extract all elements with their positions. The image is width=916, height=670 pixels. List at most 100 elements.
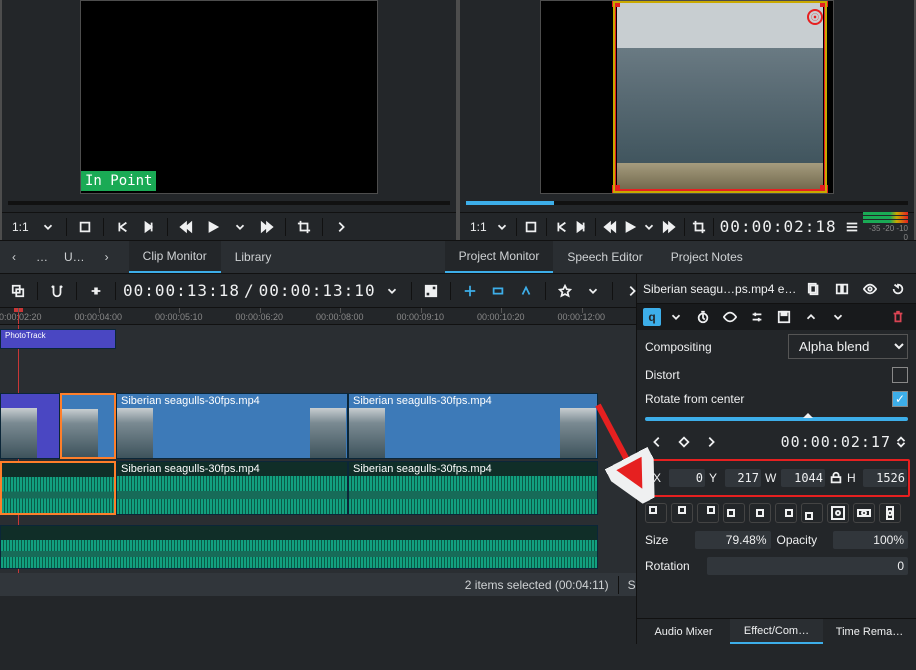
snap-icon[interactable] [45,280,69,302]
fitw-icon[interactable] [853,503,875,523]
tab-prev[interactable]: ‹ [0,241,28,273]
align-mc-icon[interactable] [749,503,771,523]
set-in-icon[interactable] [73,216,97,238]
align-tl-icon[interactable] [645,503,667,523]
delete-icon[interactable] [886,306,910,328]
crop-icon[interactable] [292,216,316,238]
rotation-input[interactable]: 0 [707,557,908,575]
kf-next-icon[interactable] [699,431,723,453]
tab-speech-editor[interactable]: Speech Editor [553,241,656,273]
clip-audio-long[interactable] [0,525,598,569]
goto-start-icon[interactable] [553,216,570,238]
down-icon[interactable] [826,306,850,328]
tab-effect-compositing[interactable]: Effect/Com… [730,619,823,644]
align-tc-icon[interactable] [671,503,693,523]
zoom-dropdown-icon[interactable] [494,216,511,238]
tab-unknown-1[interactable]: … [28,241,56,273]
more-right-icon[interactable] [329,216,353,238]
x-input[interactable]: 0 [669,469,705,487]
play-drop-icon[interactable] [228,216,252,238]
split-icon[interactable] [830,278,854,300]
clip-audio-b[interactable]: Siberian seagulls-30fps.mp4 [116,461,348,515]
align-tr-icon[interactable] [697,503,719,523]
crop-icon[interactable] [690,216,707,238]
tab-time-remap[interactable]: Time Rema… [823,619,916,644]
clip-phototrack[interactable]: PhotoTrack [0,329,116,349]
timer-icon[interactable] [691,306,715,328]
kf-prev-icon[interactable] [645,431,669,453]
size-label: Size [645,533,689,547]
rewind-icon[interactable] [602,216,619,238]
favorite-icon[interactable] [553,280,577,302]
set-in-icon[interactable] [523,216,540,238]
tab-clip-monitor[interactable]: Clip Monitor [129,241,221,273]
collapse-icon[interactable] [664,306,688,328]
ffwd-icon[interactable] [255,216,279,238]
align-ml-icon[interactable] [723,503,745,523]
y-input[interactable]: 217 [725,469,761,487]
zoom-dropdown-icon[interactable] [36,216,60,238]
h-input[interactable]: 1526 [863,469,907,487]
kf-tc[interactable]: 00:00:02:17 [781,433,891,451]
audio-levels: -35 -20 -10 0 [863,212,908,241]
keyframe-slider[interactable] [645,417,908,421]
tab-project-notes[interactable]: Project Notes [657,241,757,273]
tool3-icon[interactable] [514,280,538,302]
save-icon[interactable] [772,306,796,328]
thumbnails-icon[interactable] [419,280,443,302]
kf-stepper-icon[interactable] [894,431,908,453]
fav-drop-icon[interactable] [581,280,605,302]
clip-audio-c[interactable]: Siberian seagulls-30fps.mp4 [348,461,598,515]
play-icon[interactable] [201,216,225,238]
clip-monitor-canvas[interactable]: In Point [80,0,378,194]
w-input[interactable]: 1044 [781,469,825,487]
clip-video-b[interactable]: Siberian seagulls-30fps.mp4 [116,393,348,459]
opacity-label: Opacity [777,533,827,547]
tab-unknown-2[interactable]: U… [56,241,93,273]
goto-start-icon[interactable] [110,216,134,238]
clip-video-pre[interactable] [0,393,60,459]
up-icon[interactable] [799,306,823,328]
in-point-badge: In Point [81,171,156,191]
copy-icon[interactable] [802,278,826,300]
clip-video-c[interactable]: Siberian seagulls-30fps.mp4 [348,393,598,459]
tool2-icon[interactable] [486,280,510,302]
clip-video-sel[interactable] [60,393,116,459]
fit-icon[interactable] [827,503,849,523]
track-compositing-icon[interactable] [6,280,30,302]
tc-drop-icon[interactable] [380,280,404,302]
tab-project-monitor[interactable]: Project Monitor [445,241,554,273]
lock-ratio-icon[interactable] [829,467,843,489]
menu-icon[interactable] [844,216,861,238]
timeline-pos-tc[interactable]: 00:00:13:18 [123,281,240,300]
opacity-input[interactable]: 100% [833,531,909,549]
reset-icon[interactable] [886,278,910,300]
size-input[interactable]: 79.48% [695,531,771,549]
distort-checkbox[interactable] [892,367,908,383]
project-monitor-tc[interactable]: 00:00:02:18 [720,217,837,236]
tab-audio-mixer[interactable]: Audio Mixer [637,619,730,644]
step-back-icon[interactable] [572,216,589,238]
play-icon[interactable] [621,216,638,238]
eye-icon[interactable] [858,278,882,300]
step-back-icon[interactable] [137,216,161,238]
clip-audio-sel[interactable] [0,461,116,515]
tool1-icon[interactable] [458,280,482,302]
rewind-icon[interactable] [174,216,198,238]
play-drop-icon[interactable] [641,216,658,238]
sliders-icon[interactable] [745,306,769,328]
clip-monitor-scrubber[interactable] [2,194,456,212]
rotate-center-checkbox[interactable]: ✓ [892,391,908,407]
eye-icon[interactable] [718,306,742,328]
kf-add-icon[interactable] [672,431,696,453]
tab-next[interactable]: › [93,241,121,273]
align-mr-icon[interactable] [775,503,797,523]
tab-library[interactable]: Library [221,241,286,273]
project-monitor-scrubber[interactable] [460,194,914,212]
ripple-icon[interactable] [84,280,108,302]
align-bl-icon[interactable] [801,503,823,523]
project-monitor-canvas[interactable]: ⦿ [540,0,834,194]
compositing-select[interactable]: Alpha blend [788,334,908,359]
fith-icon[interactable] [879,503,901,523]
ffwd-icon[interactable] [661,216,678,238]
